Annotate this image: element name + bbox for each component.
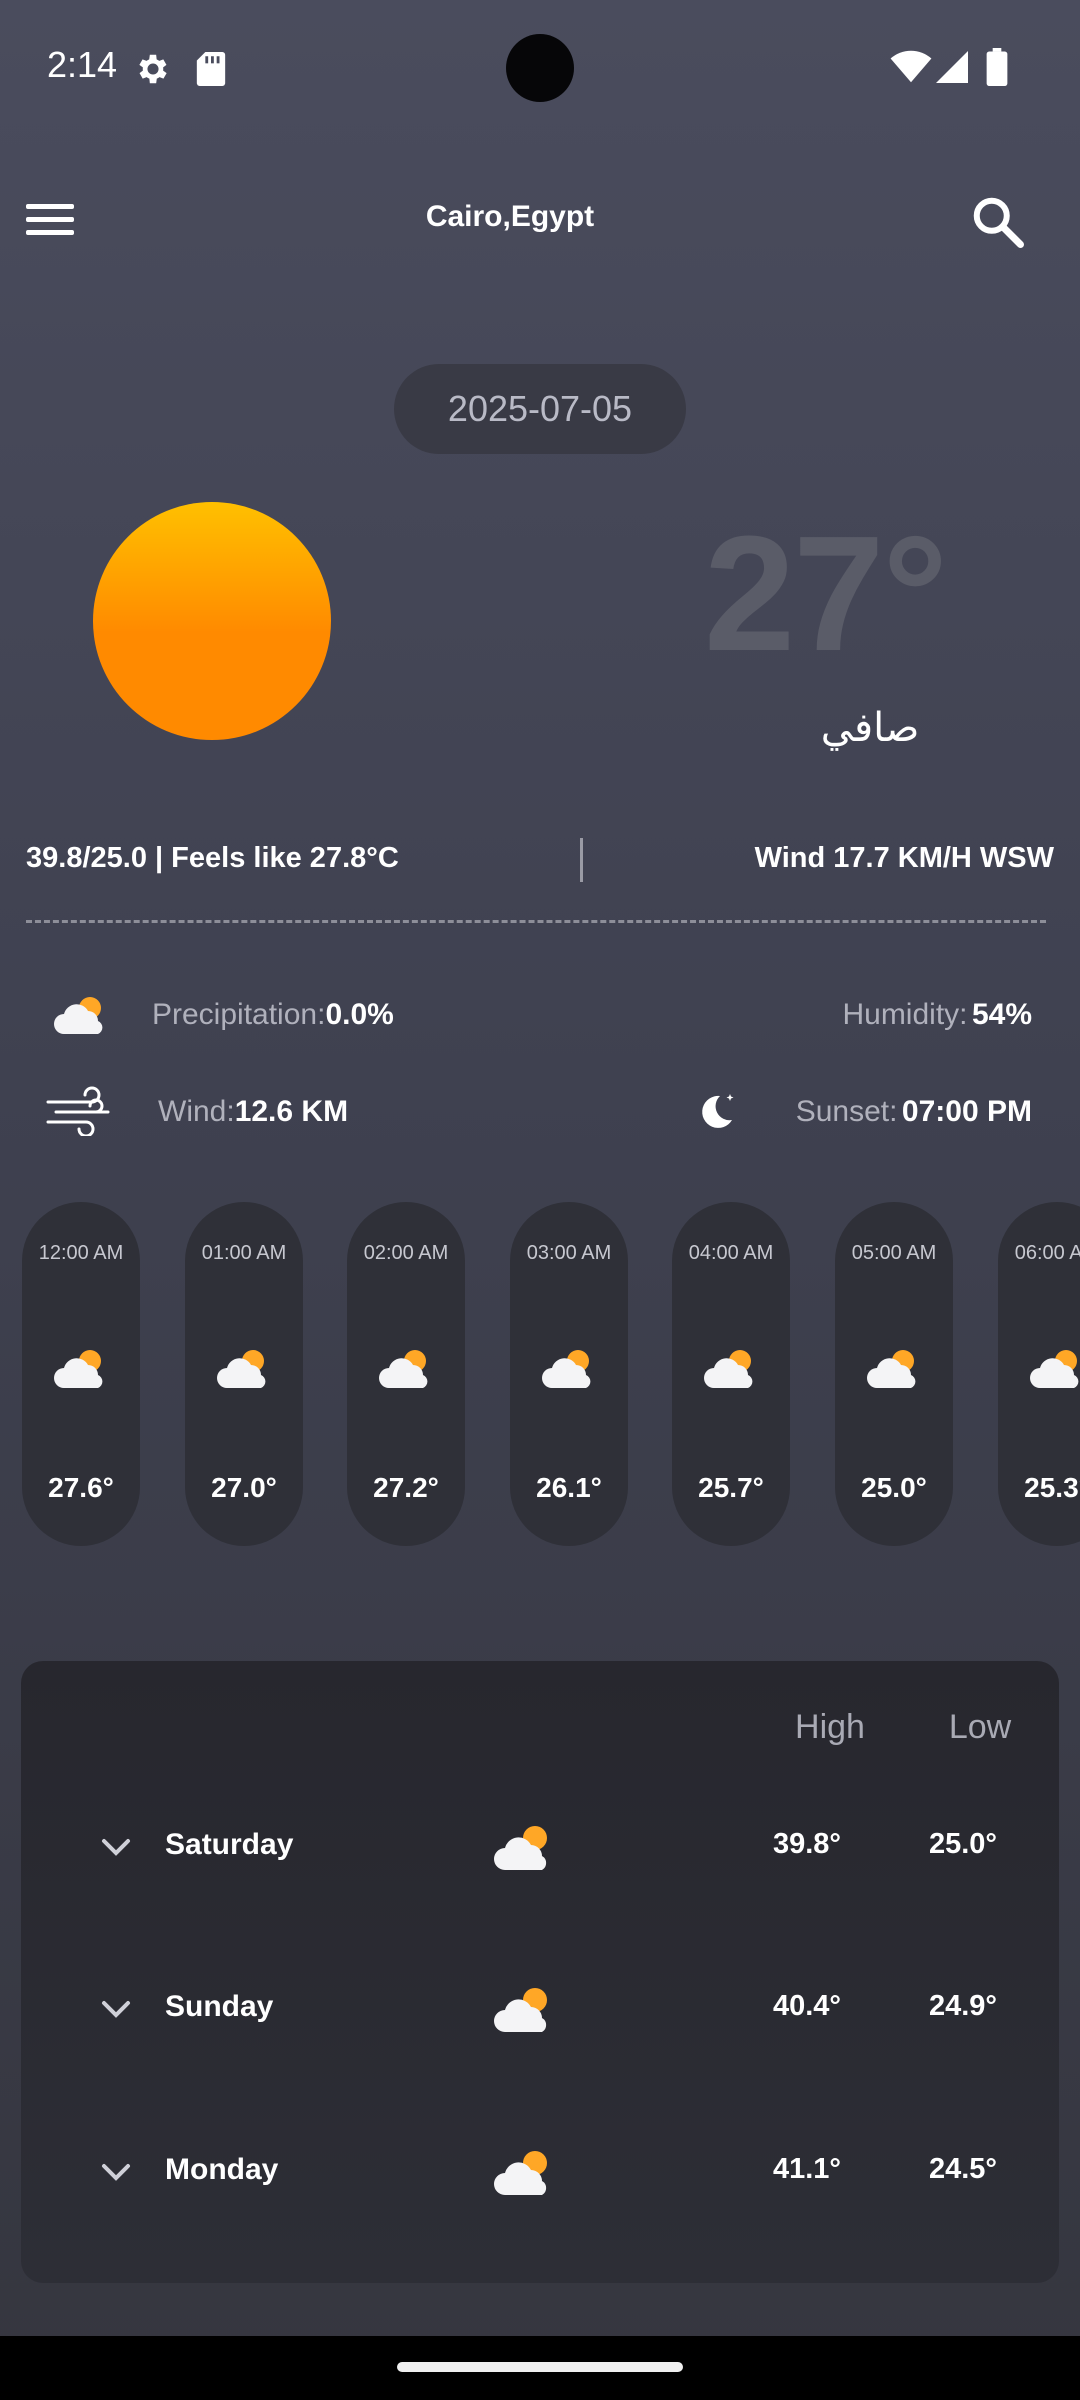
hour-time: 05:00 AM	[851, 1242, 937, 1264]
day-low: 24.5°	[928, 2153, 997, 2185]
partly-cloudy-icon	[494, 1988, 547, 2032]
low-column-header: Low	[948, 1708, 1012, 1746]
hour-card[interactable]: 04:00 AM 25.7°	[672, 1202, 790, 1546]
hour-temp: 26.1°	[536, 1472, 602, 1503]
home-gesture-handle[interactable]	[397, 2362, 683, 2372]
partly-cloudy-icon	[494, 2151, 547, 2195]
day-high: 41.1°	[772, 2153, 841, 2185]
chevron-down-icon[interactable]	[96, 1832, 136, 1862]
hour-time: 12:00 AM	[38, 1242, 124, 1264]
partly-cloudy-icon	[542, 1350, 591, 1388]
hour-card[interactable]: 02:00 AM 27.2°	[347, 1202, 465, 1546]
hour-time: 01:00 AM	[201, 1242, 287, 1264]
hour-card[interactable]: 01:00 AM 27.0°	[185, 1202, 303, 1546]
hour-temp: 27.0°	[211, 1472, 277, 1503]
high-column-header: High	[795, 1708, 865, 1746]
day-name: Monday	[165, 2153, 279, 2186]
hour-temp: 27.6°	[48, 1472, 114, 1503]
hour-time: 06:00 AM	[1014, 1242, 1080, 1264]
partly-cloudy-icon	[217, 1350, 266, 1388]
partly-cloudy-icon	[867, 1350, 916, 1388]
hour-time: 03:00 AM	[526, 1242, 612, 1264]
partly-cloudy-icon	[1030, 1350, 1079, 1388]
partly-cloudy-icon	[54, 1350, 103, 1388]
hourly-forecast[interactable]: 12:00 AM 27.6° 01:00 AM 27.0° 02:00 AM 2…	[0, 0, 1080, 1560]
hour-time: 02:00 AM	[363, 1242, 449, 1264]
chevron-down-icon[interactable]	[96, 2157, 136, 2187]
hour-time: 04:00 AM	[688, 1242, 774, 1264]
day-high: 39.8°	[772, 1828, 841, 1860]
hour-card[interactable]: 05:00 AM 25.0°	[835, 1202, 953, 1546]
hour-card[interactable]: 12:00 AM 27.6°	[22, 1202, 140, 1546]
hour-card[interactable]: 03:00 AM 26.1°	[510, 1202, 628, 1546]
day-name: Saturday	[165, 1828, 294, 1861]
partly-cloudy-icon	[494, 1826, 547, 1870]
day-name: Sunday	[165, 1990, 274, 2023]
day-high: 40.4°	[772, 1990, 841, 2022]
day-low: 25.0°	[928, 1828, 997, 1860]
hour-temp: 25.0°	[861, 1472, 927, 1503]
hour-temp: 27.2°	[373, 1472, 439, 1503]
daily-row-monday[interactable]: Monday 41.1° 24.5°	[21, 2115, 1059, 2235]
hour-card[interactable]: 06:00 AM 25.3°	[998, 1202, 1080, 1546]
day-low: 24.9°	[928, 1990, 997, 2022]
partly-cloudy-icon	[379, 1350, 428, 1388]
daily-row-saturday[interactable]: Saturday 39.8° 25.0°	[21, 1790, 1059, 1910]
hour-temp: 25.7°	[698, 1472, 764, 1503]
partly-cloudy-icon	[704, 1350, 753, 1388]
daily-row-sunday[interactable]: Sunday 40.4° 24.9°	[21, 1952, 1059, 2072]
chevron-down-icon[interactable]	[96, 1994, 136, 2024]
hour-temp: 25.3°	[1024, 1472, 1080, 1503]
